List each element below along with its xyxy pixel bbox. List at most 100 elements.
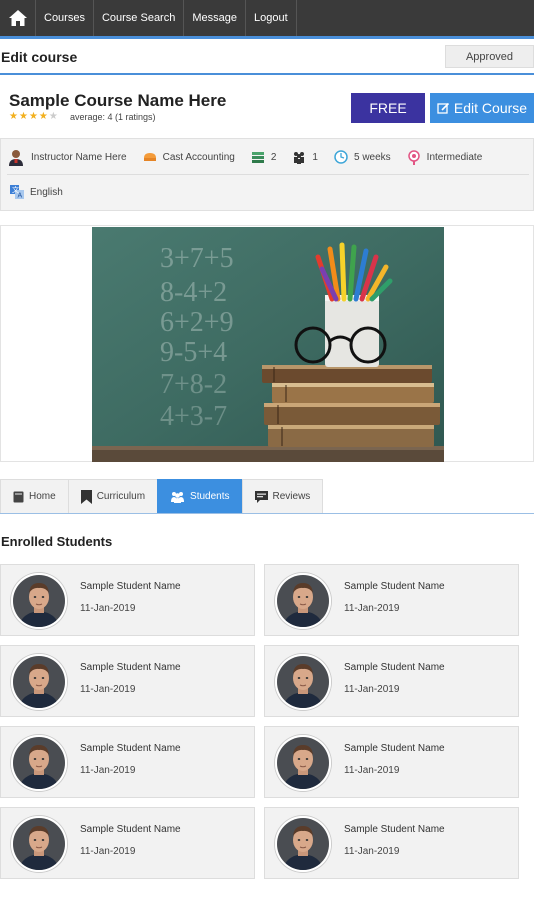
student-avatar: [275, 735, 331, 791]
nav-accent-bar: [0, 36, 534, 39]
svg-text:A: A: [18, 193, 23, 200]
duration-label: 5 weeks: [353, 151, 391, 163]
student-enrolled-date: 11-Jan-2019: [80, 684, 136, 695]
svg-text:7+8-2: 7+8-2: [160, 369, 227, 400]
student-name: Sample Student Name: [80, 824, 181, 835]
instructor-name: Instructor Name Here: [31, 151, 127, 163]
svg-text:8-4+2: 8-4+2: [160, 277, 227, 308]
tab-students-label: Students: [190, 491, 230, 502]
edit-icon: [437, 102, 449, 114]
tab-home-label: Home: [29, 491, 56, 502]
tab-reviews[interactable]: Reviews: [241, 479, 324, 514]
student-card[interactable]: Sample Student Name 11-Jan-2019: [0, 645, 255, 717]
category-label: Cast Accounting: [162, 151, 235, 163]
student-avatar: [275, 816, 331, 872]
tabs-underline: [0, 513, 534, 514]
rating-stars: ★ ★ ★ ★ ★: [9, 112, 58, 122]
language-icon: 文 A: [10, 185, 24, 199]
student-card[interactable]: Sample Student Name 11-Jan-2019: [264, 807, 519, 879]
student-name: Sample Student Name: [344, 581, 445, 592]
home-button[interactable]: [0, 0, 36, 36]
course-image-frame: 3+7+5 8-4+2 6+2+9 9-5+4 7+8-2 4+3-7: [0, 225, 534, 462]
nav-course-search[interactable]: Course Search: [94, 0, 185, 36]
star-icon: ★: [18, 111, 28, 122]
student-avatar: [275, 654, 331, 710]
student-card[interactable]: Sample Student Name 11-Jan-2019: [0, 807, 255, 879]
svg-text:6+2+9: 6+2+9: [160, 307, 234, 338]
student-enrolled-date: 11-Jan-2019: [344, 765, 400, 776]
lessons-count: 2: [270, 151, 277, 163]
tab-curriculum[interactable]: Curriculum: [67, 479, 158, 514]
category-info: Cast Accounting: [143, 151, 235, 163]
student-avatar: [11, 816, 67, 872]
price-button[interactable]: FREE: [351, 93, 425, 123]
star-empty-icon: ★: [48, 111, 58, 122]
student-name: Sample Student Name: [80, 662, 181, 673]
tab-home[interactable]: Home: [0, 479, 68, 514]
student-avatar: [11, 735, 67, 791]
edit-course-button[interactable]: Edit Course: [430, 93, 534, 123]
clock-icon: [334, 150, 348, 164]
student-enrolled-date: 11-Jan-2019: [344, 846, 400, 857]
student-name: Sample Student Name: [80, 581, 181, 592]
users-icon: [171, 491, 185, 503]
enrolled-students-title: Enrolled Students: [1, 534, 113, 549]
language-info: 文 A English: [10, 185, 63, 199]
rating-summary: average: 4 (1 ratings): [70, 112, 156, 122]
svg-text:9-5+4: 9-5+4: [160, 337, 227, 368]
status-badge: Approved: [445, 45, 534, 68]
student-avatar: [11, 573, 67, 629]
language-label: English: [30, 186, 63, 198]
student-name: Sample Student Name: [344, 824, 445, 835]
page-title: Edit course: [1, 49, 78, 65]
course-tabs: Home Curriculum Students Reviews: [0, 479, 324, 514]
instructor-info[interactable]: Instructor Name Here: [7, 148, 127, 166]
star-icon: ★: [28, 111, 38, 122]
students-count: 1: [312, 151, 318, 163]
student-card[interactable]: Sample Student Name 11-Jan-2019: [264, 645, 519, 717]
nav-courses[interactable]: Courses: [36, 0, 94, 36]
tab-students[interactable]: Students: [157, 479, 242, 514]
course-image: 3+7+5 8-4+2 6+2+9 9-5+4 7+8-2 4+3-7: [92, 227, 444, 462]
nav-logout[interactable]: Logout: [246, 0, 297, 36]
level-icon: [407, 149, 421, 165]
instructor-icon: [7, 148, 25, 166]
student-card[interactable]: Sample Student Name 11-Jan-2019: [264, 564, 519, 636]
svg-text:4+3-7: 4+3-7: [160, 401, 227, 432]
student-name: Sample Student Name: [344, 662, 445, 673]
comments-icon: [254, 490, 268, 503]
bookmark-icon: [80, 489, 92, 504]
edit-course-label: Edit Course: [453, 100, 528, 116]
student-avatar: [275, 573, 331, 629]
course-language-row: 文 A English: [10, 184, 79, 200]
student-card[interactable]: Sample Student Name 11-Jan-2019: [264, 726, 519, 798]
student-name: Sample Student Name: [80, 743, 181, 754]
student-card[interactable]: Sample Student Name 11-Jan-2019: [0, 564, 255, 636]
lessons-icon: [251, 151, 265, 163]
top-nav: Courses Course Search Message Logout: [0, 0, 534, 36]
student-enrolled-date: 11-Jan-2019: [344, 684, 400, 695]
student-enrolled-date: 11-Jan-2019: [80, 603, 136, 614]
level-label: Intermediate: [426, 151, 483, 163]
book-icon: [13, 491, 24, 502]
header-divider: [0, 73, 534, 75]
star-icon: ★: [38, 111, 48, 122]
star-icon: ★: [9, 111, 18, 122]
tab-curriculum-label: Curriculum: [96, 491, 146, 502]
svg-text:3+7+5: 3+7+5: [160, 243, 234, 274]
tab-reviews-label: Reviews: [272, 491, 311, 502]
student-enrolled-date: 11-Jan-2019: [80, 765, 136, 776]
students-info: 1: [292, 151, 318, 164]
students-icon: [292, 151, 306, 164]
category-icon: [143, 151, 157, 163]
lessons-info: 2: [251, 151, 277, 163]
student-card[interactable]: Sample Student Name 11-Jan-2019: [0, 726, 255, 798]
info-divider: [7, 174, 529, 175]
course-title: Sample Course Name Here: [9, 91, 227, 110]
student-avatar: [11, 654, 67, 710]
nav-message[interactable]: Message: [184, 0, 246, 36]
level-info: Intermediate: [407, 149, 483, 165]
course-meta-row: Instructor Name Here Cast Accounting 2 1…: [7, 148, 498, 166]
student-enrolled-date: 11-Jan-2019: [80, 846, 136, 857]
home-icon: [8, 10, 27, 26]
